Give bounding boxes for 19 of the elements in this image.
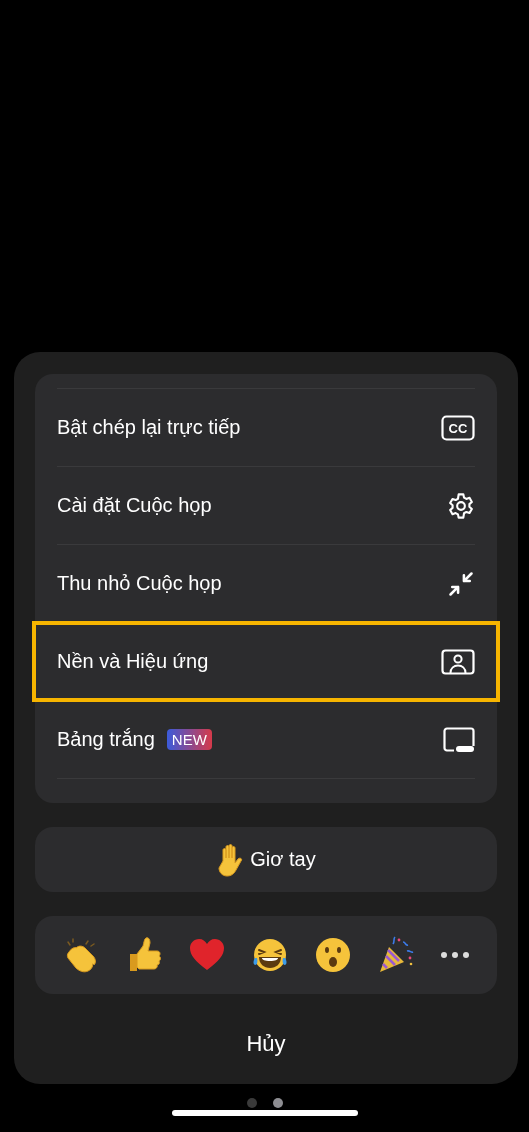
- portrait-frame-icon: [441, 648, 475, 675]
- closed-captions-icon: CC: [441, 414, 475, 441]
- menu-item[interactable]: Thu nhỏ Cuộc họp: [35, 545, 497, 622]
- page-dot[interactable]: [246, 1098, 257, 1108]
- more-icon[interactable]: [440, 951, 471, 959]
- menu-item[interactable]: Nền và Hiệu ứng: [34, 623, 498, 700]
- menu-item[interactable]: Bật chép lại trực tiếp CC: [35, 389, 497, 466]
- menu-item[interactable]: Cài đặt Cuộc họp: [35, 467, 497, 544]
- shrink-arrows-icon: [447, 569, 475, 598]
- new-badge: NEW: [166, 729, 212, 750]
- surprised-face-icon[interactable]: [314, 936, 353, 974]
- menu-item[interactable]: Bảng trắng NEW: [35, 701, 497, 778]
- cancel-button[interactable]: Hủy: [240, 1030, 292, 1058]
- party-popper-icon[interactable]: [377, 936, 416, 974]
- raise-hand-button[interactable]: Giơ tay: [35, 827, 497, 892]
- whiteboard-icon: [443, 726, 475, 753]
- page-dot[interactable]: [272, 1098, 283, 1108]
- laughing-tears-icon[interactable]: [251, 936, 289, 974]
- settings-icon: [447, 491, 475, 520]
